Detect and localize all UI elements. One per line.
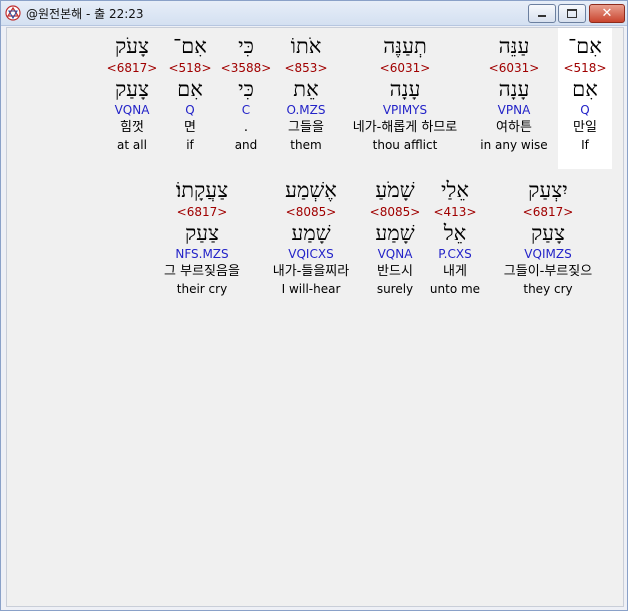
word-block[interactable]: כִּי <3588> כִּי C . and [220, 28, 272, 169]
strong-number[interactable]: <518> [558, 60, 612, 76]
minimize-icon [538, 15, 546, 17]
strong-number[interactable]: <3588> [220, 60, 272, 76]
maximize-icon [567, 9, 577, 18]
word-block[interactable]: אֶשְׁמַע <8085> שָׁמַע VQICXS 내가-들을찌라 I … [259, 170, 363, 310]
morph-code: Q [185, 103, 195, 117]
hebrew-word: אֵלַי [441, 178, 469, 202]
morph-code: VQIMZS [524, 247, 572, 261]
strong-number[interactable]: <6817> [490, 204, 606, 220]
morph-code: Q [580, 103, 590, 117]
hebrew-word: אִם־ [173, 34, 207, 58]
word-block[interactable]: צָעֹק <6817> צָעַק VQNA 힘껏 at all [103, 28, 161, 169]
hebrew-word: יִצְעַק [528, 178, 568, 202]
strong-number[interactable]: <8085> [365, 204, 425, 220]
hebrew-word: צַעֲקָתוֹ׃ [175, 178, 229, 202]
lemma-word: אֵל [443, 221, 467, 245]
morph-code: O.MZS [286, 103, 326, 117]
maximize-button[interactable] [558, 4, 586, 23]
korean-gloss: 네가-해롭게 하므로 [352, 120, 458, 135]
korean-gloss: 면 [184, 120, 196, 135]
korean-gloss: . [243, 120, 249, 135]
lemma-word: אִם [572, 77, 598, 101]
word-block[interactable]: אֵלַי <413> אֵל P.CXS 내게 unto me [425, 170, 485, 310]
word-block[interactable]: אִם־ <518> אִם Q 면 if [165, 28, 215, 169]
title-bar[interactable]: @원전본해 - 출 22:23 ✕ [1, 1, 627, 26]
hebrew-word: אִם־ [568, 34, 602, 58]
word-block[interactable]: אִם־ <518> אִם Q 만일 If [558, 28, 612, 169]
lemma-word: אִם [177, 77, 203, 101]
strong-number[interactable]: <853> [278, 60, 334, 76]
english-gloss: if [186, 138, 194, 152]
lemma-word: שָׁמַע [291, 221, 331, 245]
strong-number[interactable]: <6817> [103, 60, 161, 76]
hebrew-word: שָׁמֹעַ [375, 178, 415, 202]
english-gloss: and [234, 138, 258, 152]
korean-gloss: 여하튼 [496, 120, 532, 135]
morph-code: NFS.MZS [175, 247, 229, 261]
hebrew-word: תְעַנֶּה [383, 34, 427, 58]
english-gloss: in any wise [480, 138, 548, 152]
lemma-word: עָנָה [389, 77, 421, 101]
app-window: @원전본해 - 출 22:23 ✕ אִם־ <518> אִם Q 만일 If… [0, 0, 628, 611]
english-gloss: If [581, 138, 589, 152]
close-icon: ✕ [601, 6, 613, 21]
korean-gloss: 반드시 [377, 264, 413, 279]
morph-code: VPNA [497, 103, 531, 117]
korean-gloss: 내게 [443, 264, 467, 279]
app-logo-icon [5, 5, 21, 21]
strong-number[interactable]: <6031> [340, 60, 470, 76]
korean-gloss: 그 부르짖음을 [164, 264, 240, 279]
interlinear-pane[interactable]: אִם־ <518> אִם Q 만일 If עַנֵּה <6031> עָנ… [6, 27, 624, 607]
morph-code: VQICXS [288, 247, 334, 261]
morph-code: VPIMYS [382, 103, 428, 117]
strong-number[interactable]: <518> [165, 60, 215, 76]
hebrew-word: עַנֵּה [498, 34, 530, 58]
korean-gloss: 그들을 [288, 120, 324, 135]
word-block[interactable]: אֹתוֹ <853> אֵת O.MZS 그들을 them [278, 28, 334, 169]
lemma-word: צָעַק [114, 77, 150, 101]
english-gloss: surely [376, 282, 414, 296]
korean-gloss: 내가-들을찌라 [272, 264, 350, 279]
korean-gloss: 만일 [573, 120, 597, 135]
korean-gloss: 그들이-부르짖으 [503, 264, 593, 279]
lemma-word: צָעַק [530, 221, 566, 245]
morph-code: VQNA [377, 247, 413, 261]
hebrew-word: אֶשְׁמַע [285, 178, 337, 202]
english-gloss: they cry [523, 282, 573, 296]
word-block[interactable]: עַנֵּה <6031> עָנָה VPNA 여하튼 in any wise [474, 28, 554, 169]
english-gloss: at all [117, 138, 147, 152]
window-title: @원전본해 - 출 22:23 [26, 7, 144, 21]
english-gloss: thou afflict [372, 138, 438, 152]
morph-code: C [241, 103, 251, 117]
english-gloss: their cry [176, 282, 228, 296]
hebrew-word: אֹתוֹ [290, 34, 322, 58]
korean-gloss: 힘껏 [120, 120, 144, 135]
hebrew-word: צָעֹק [114, 34, 150, 58]
english-gloss: unto me [429, 282, 481, 296]
close-button[interactable]: ✕ [589, 4, 625, 23]
lemma-word: כִּי [238, 77, 254, 101]
strong-number[interactable]: <413> [425, 204, 485, 220]
word-block[interactable]: תְעַנֶּה <6031> עָנָה VPIMYS 네가-해롭게 하므로 … [340, 28, 470, 169]
strong-number[interactable]: <8085> [259, 204, 363, 220]
english-gloss: them [290, 138, 322, 152]
strong-number[interactable]: <6817> [150, 204, 254, 220]
word-block[interactable]: שָׁמֹעַ <8085> שָׁמַע VQNA 반드시 surely [365, 170, 425, 310]
word-block[interactable]: יִצְעַק <6817> צָעַק VQIMZS 그들이-부르짖으 the… [490, 170, 606, 310]
morph-code: VQNA [114, 103, 150, 117]
word-block[interactable]: צַעֲקָתוֹ׃ <6817> צַעַק NFS.MZS 그 부르짖음을 … [150, 170, 254, 310]
minimize-button[interactable] [528, 4, 556, 23]
lemma-word: עָנָה [498, 77, 530, 101]
morph-code: P.CXS [438, 247, 472, 261]
hebrew-word: כִּי [238, 34, 254, 58]
strong-number[interactable]: <6031> [474, 60, 554, 76]
english-gloss: I will-hear [281, 282, 341, 296]
lemma-word: שָׁמַע [375, 221, 415, 245]
lemma-word: צַעַק [184, 221, 220, 245]
lemma-word: אֵת [293, 77, 319, 101]
